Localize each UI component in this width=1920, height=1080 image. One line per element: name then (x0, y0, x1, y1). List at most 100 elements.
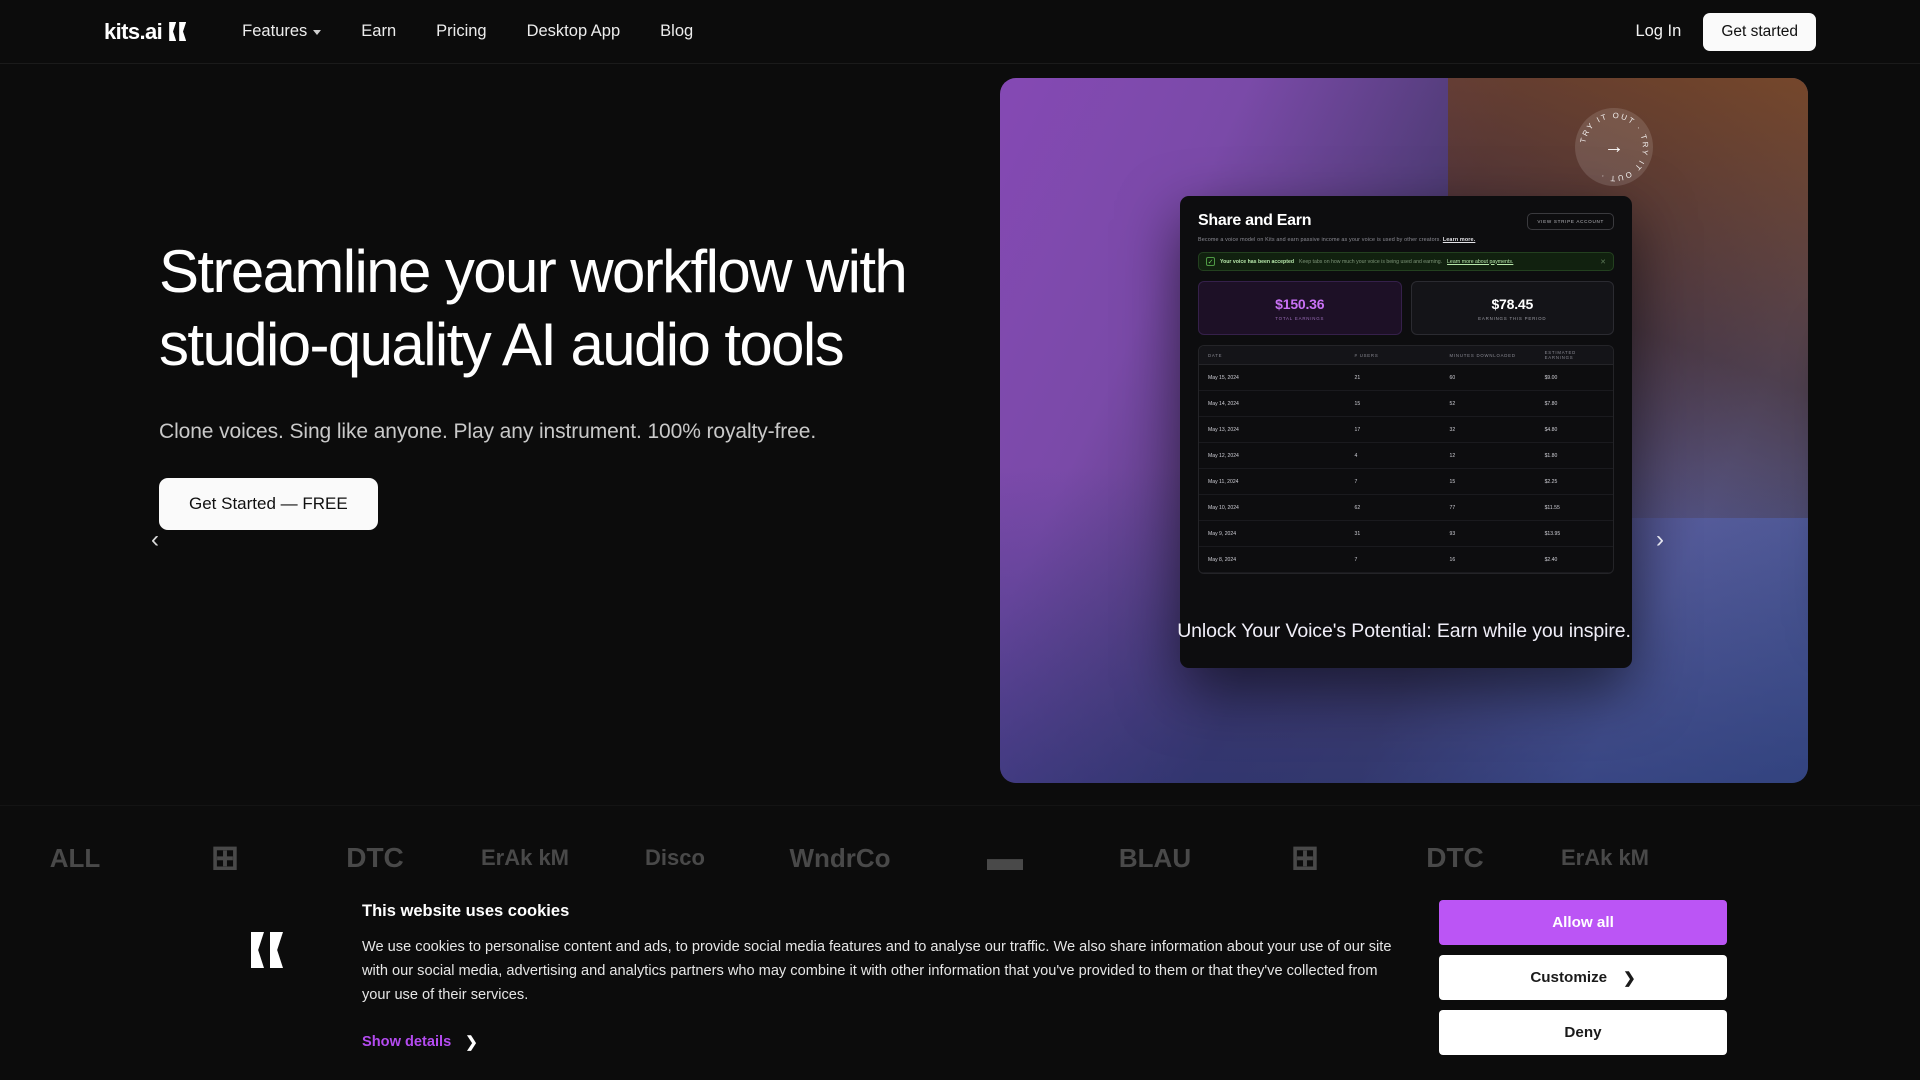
svg-text:TRY IT OUT · TRY IT OUT ·: TRY IT OUT · TRY IT OUT · (1578, 111, 1650, 183)
table-cell: May 8, 2024 (1208, 556, 1237, 563)
customize-button[interactable]: Customize ❯ (1439, 955, 1727, 1000)
table-row: May 14, 2024 15 52 $7.80 (1199, 391, 1613, 417)
alert-title: Your voice has been accepted (1220, 258, 1294, 265)
chevron-right-icon: ❯ (465, 1034, 478, 1051)
nav-actions: Log In Get started (1635, 12, 1816, 51)
hero-subheading: Clone voices. Sing like anyone. Play any… (159, 420, 817, 443)
table-cell: 12 (1449, 452, 1456, 459)
table-cell: May 10, 2024 (1208, 504, 1239, 511)
table-cell: 15 (1449, 478, 1456, 485)
table-column-header: ESTIMATED EARNINGS (1544, 350, 1577, 360)
disco-logo: Disco (645, 845, 705, 870)
nav-item-features[interactable]: Features (222, 22, 341, 41)
table-row: May 9, 2024 31 93 $13.95 (1199, 521, 1613, 547)
earnings-table: DATE # USERS MINUTES DOWNLOADED ESTIMATED E… (1198, 345, 1614, 574)
table-column-header: MINUTES DOWNLOADED (1449, 352, 1516, 358)
view-stripe-account-button[interactable]: VIEW STRIPE ACCOUNT (1527, 212, 1614, 230)
feature-carousel: a ed TRY IT OUT · TRY IT OUT · → Share a… (1000, 78, 1808, 783)
cookie-banner-actions: Allow all Customize ❯ Deny (1439, 896, 1727, 1055)
site-logo[interactable]: kits.ai (104, 19, 188, 45)
table-cell: May 14, 2024 (1208, 400, 1239, 407)
try-it-out-badge-current[interactable]: TRY IT OUT · TRY IT OUT · → (1575, 108, 1653, 186)
current-slide-caption: Unlock Your Voice's Potential: Earn whil… (1177, 620, 1631, 642)
nav-item-features-label: Features (242, 22, 308, 40)
carousel-prev-button[interactable]: ‹ (140, 525, 170, 555)
customize-label: Customize (1530, 969, 1608, 986)
cookie-banner-logo (236, 918, 300, 982)
table-cell: 93 (1449, 530, 1456, 537)
check-icon: ✓ (1206, 257, 1215, 266)
table-cell: 7 (1354, 556, 1358, 563)
dashboard-description-link[interactable]: Learn more. (1443, 237, 1476, 243)
kits-logo-icon (169, 22, 188, 41)
logo-wordmark: kits.ai (104, 18, 163, 44)
page-root: kits.ai Features Earn Pricing Desktop Ap… (0, 0, 1920, 1080)
get-started-button[interactable]: Get started (1703, 12, 1816, 51)
table-cell: 32 (1449, 426, 1456, 433)
close-icon[interactable]: ✕ (1600, 258, 1606, 266)
table-cell: 15 (1354, 400, 1361, 407)
total-earnings-card: $150.36 TOTAL EARNINGS (1198, 281, 1402, 335)
table-body: May 15, 2024 21 60 $9.00 May 14, 2024 15 52 $7.… (1199, 365, 1613, 573)
total-earnings-label: TOTAL EARNINGS (1275, 315, 1325, 321)
alert-link[interactable]: Learn more about payments. (1447, 259, 1513, 265)
chevron-right-icon: ❯ (1623, 969, 1636, 987)
alert-body: Keep tabs on how much your voice is bein… (1299, 258, 1443, 265)
table-cell: 21 (1354, 374, 1361, 381)
table-column-header: # USERS (1354, 352, 1379, 358)
period-earnings-label: EARNINGS THIS PERIOD (1478, 315, 1547, 321)
show-details-link[interactable]: Show details ❯ (362, 1033, 1397, 1051)
table-cell: 62 (1354, 504, 1361, 511)
earnings-cards: $150.36 TOTAL EARNINGS $78.45 EARNINGS T… (1198, 281, 1614, 335)
table-cell: 77 (1449, 504, 1456, 511)
table-row: May 13, 2024 17 32 $4.80 (1199, 417, 1613, 443)
nav-item-desktop-app[interactable]: Desktop App (507, 22, 641, 41)
dtc-logo-2: DTC (1426, 842, 1484, 873)
table-cell: $2.40 (1544, 556, 1558, 563)
table-cell: $7.80 (1544, 400, 1558, 407)
table-cell: 60 (1449, 374, 1456, 381)
dashboard-title: Share and Earn (1198, 212, 1312, 229)
cookie-consent-banner: This website uses cookies We use cookies… (0, 872, 1920, 1080)
table-header-row: DATE # USERS MINUTES DOWNLOADED ESTIMATED E… (1199, 346, 1613, 365)
table-cell: $9.00 (1544, 374, 1558, 381)
table-cell: $11.55 (1544, 504, 1560, 511)
voice-accepted-alert: ✓ Your voice has been accepted Keep tabs… (1198, 252, 1614, 271)
login-link[interactable]: Log In (1635, 22, 1681, 41)
table-cell: May 15, 2024 (1208, 374, 1239, 381)
dashboard-description: Become a voice model on Kits and earn pa… (1198, 237, 1614, 243)
total-earnings-value: $150.36 (1275, 295, 1325, 312)
carousel-slide-current: Share and Earn VIEW STRIPE ACCOUNT Becom… (1000, 78, 1808, 783)
share-and-earn-dashboard: Share and Earn VIEW STRIPE ACCOUNT Becom… (1180, 196, 1632, 668)
table-cell: 7 (1354, 478, 1358, 485)
table-column-header: DATE (1208, 352, 1223, 358)
table-cell: $2.25 (1544, 478, 1558, 485)
cookie-banner-body: We use cookies to personalise content an… (362, 939, 1392, 1003)
nav-item-earn[interactable]: Earn (341, 22, 416, 41)
nav-links: Features Earn Pricing Desktop App Blog (222, 22, 713, 41)
dashboard-header: Share and Earn VIEW STRIPE ACCOUNT (1198, 212, 1614, 230)
table-cell: 31 (1354, 530, 1361, 537)
table-cell: 52 (1449, 400, 1456, 407)
nav-item-blog[interactable]: Blog (640, 22, 713, 41)
deny-button[interactable]: Deny (1439, 1010, 1727, 1055)
all-logo: ALL (49, 842, 101, 873)
table-cell: 16 (1449, 556, 1456, 563)
page-title: Streamline your workflow with studio-qua… (159, 238, 908, 378)
carousel-next-button[interactable]: › (1645, 525, 1675, 555)
wndrco-logo: WndrCo (789, 842, 891, 873)
period-earnings-value: $78.45 (1491, 295, 1534, 312)
hero-cta-button[interactable]: Get Started — FREE (159, 478, 378, 530)
table-cell: May 12, 2024 (1208, 452, 1239, 459)
table-row: May 11, 2024 7 15 $2.25 (1199, 469, 1613, 495)
cookie-banner-text: This website uses cookies We use cookies… (362, 896, 1397, 1051)
table-cell: 17 (1354, 426, 1361, 433)
table-row: May 8, 2024 7 16 $2.40 (1199, 547, 1613, 573)
show-details-label: Show details (362, 1034, 452, 1050)
period-earnings-card: $78.45 EARNINGS THIS PERIOD (1410, 281, 1614, 335)
try-it-out-badge-text: TRY IT OUT · TRY IT OUT · (1578, 111, 1650, 183)
table-cell: May 9, 2024 (1208, 530, 1237, 537)
nav-item-pricing[interactable]: Pricing (416, 22, 506, 41)
allow-all-button[interactable]: Allow all (1439, 900, 1727, 945)
blau-logo: BLAU (1118, 842, 1192, 873)
